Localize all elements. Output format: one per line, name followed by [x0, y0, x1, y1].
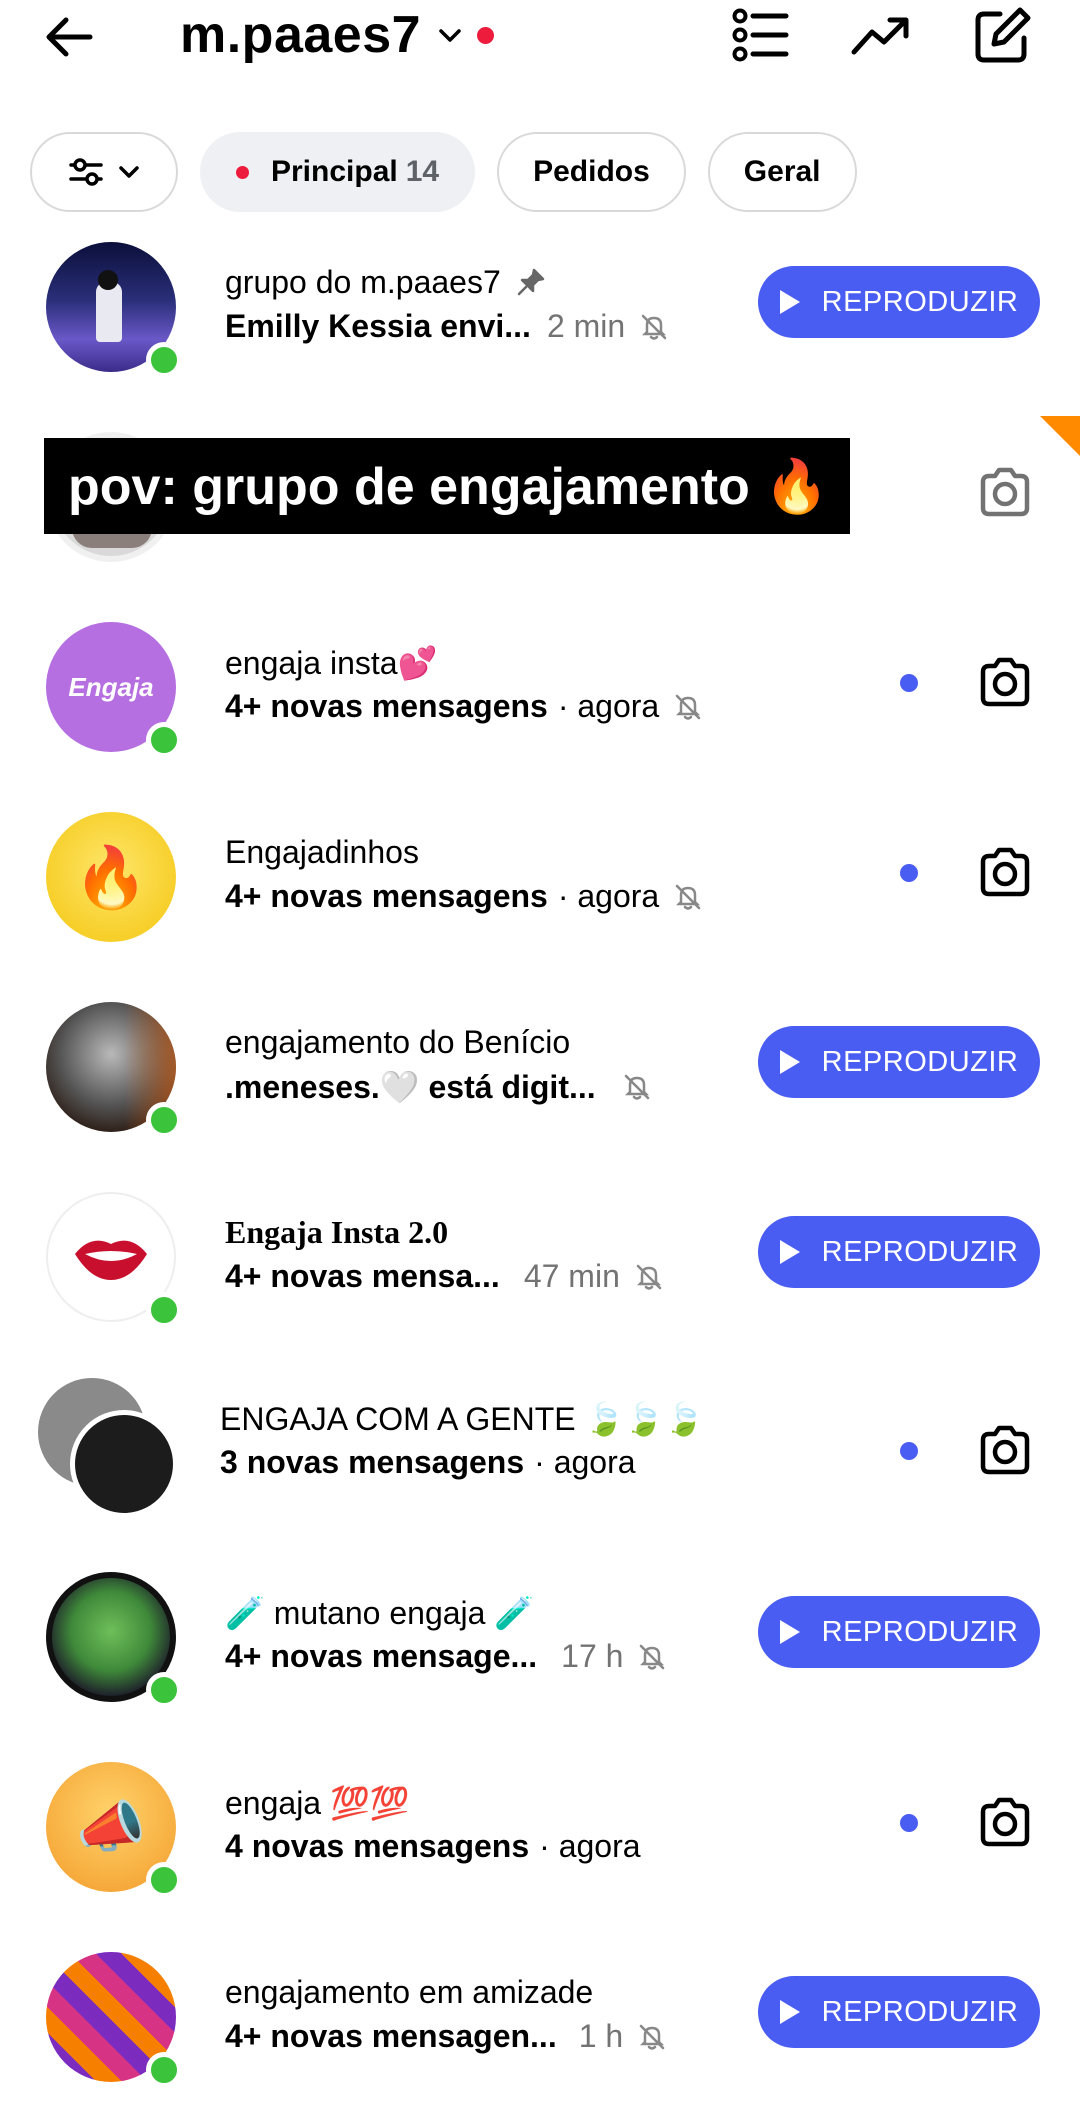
unread-dot — [236, 165, 249, 179]
camera-icon[interactable] — [975, 462, 1035, 522]
sliders-icon — [69, 158, 103, 186]
thread-name: engaja insta💕 — [225, 645, 438, 681]
tab-pedidos[interactable]: Pedidos — [497, 132, 686, 212]
online-indicator — [146, 1102, 182, 1138]
lips-icon — [75, 1240, 147, 1280]
avatar: 🔥 — [46, 812, 176, 942]
thread-preview: 3 novas mensagens · agora — [220, 1444, 636, 1480]
play-icon — [779, 290, 800, 314]
thread-preview: .meneses.🤍 está digit... — [225, 1068, 652, 1106]
camera-icon[interactable] — [975, 1792, 1035, 1852]
unread-dot — [900, 864, 918, 882]
corner-marker — [1040, 416, 1080, 456]
online-indicator — [146, 722, 182, 758]
thread-row[interactable]: 🧪 mutano engaja 🧪 4+ novas mensage... 17… — [0, 1572, 1080, 1722]
thread-preview: 4+ novas mensagens · agora — [225, 688, 703, 725]
camera-icon[interactable] — [975, 652, 1035, 712]
thread-row[interactable]: engajamento em amizade 4+ novas mensagen… — [0, 1952, 1080, 2102]
online-indicator — [146, 342, 182, 378]
filter-chips: Principal 14 Pedidos Geral — [30, 132, 857, 212]
notification-dot — [477, 26, 495, 44]
avatar — [70, 1410, 178, 1518]
fire-icon: 🔥 — [73, 843, 149, 911]
filter-button[interactable] — [30, 132, 178, 212]
play-button[interactable]: REPRODUZIR — [758, 266, 1040, 338]
tab-geral-label: Geral — [743, 155, 821, 188]
thread-preview: 4+ novas mensagen... 1 h — [225, 2018, 667, 2055]
thread-name: ENGAJA COM A GENTE 🍃🍃🍃 — [220, 1401, 705, 1437]
tab-principal-count: 14 — [405, 155, 440, 188]
play-icon — [779, 1050, 800, 1074]
compose-icon[interactable] — [970, 2, 1036, 68]
thread-row[interactable]: 📣 engaja 💯💯 4 novas mensagens · agora — [0, 1762, 1080, 1912]
play-button[interactable]: REPRODUZIR — [758, 1216, 1040, 1288]
play-button[interactable]: REPRODUZIR — [758, 1976, 1040, 2048]
avatar-text: Engaja — [68, 671, 154, 702]
trending-icon[interactable] — [848, 2, 914, 68]
muted-bell-icon — [636, 1264, 662, 1290]
thread-row[interactable]: 🔥 Engajadinhos 4+ novas mensagens · agor… — [0, 812, 1080, 962]
online-indicator — [146, 1672, 182, 1708]
play-button[interactable]: REPRODUZIR — [758, 1596, 1040, 1668]
muted-bell-icon — [641, 314, 667, 340]
tab-principal-label: Principal — [271, 155, 398, 188]
thread-preview: 4 novas mensagens · agora — [225, 1828, 641, 1864]
thread-name: engaja 💯💯 — [225, 1785, 410, 1821]
video-caption-overlay: pov: grupo de engajamento 🔥 — [44, 438, 850, 534]
unread-dot — [900, 1814, 918, 1832]
play-icon — [779, 1240, 800, 1264]
megaphone-icon: 📣 — [76, 1795, 146, 1858]
thread-preview: 4+ novas mensage... 17 h — [225, 1638, 667, 1675]
pin-icon — [517, 268, 544, 296]
list-icon[interactable] — [728, 2, 794, 68]
online-indicator — [146, 2052, 182, 2088]
muted-bell-icon — [675, 884, 701, 910]
unread-dot — [900, 1442, 918, 1460]
thread-name: engajamento do Benício — [225, 1024, 571, 1060]
tab-pedidos-label: Pedidos — [533, 155, 650, 188]
tab-geral[interactable]: Geral — [707, 132, 857, 212]
thread-row[interactable]: Engaja engaja insta💕 4+ novas mensagens … — [0, 622, 1080, 772]
thread-preview: 4+ novas mensa... 47 min — [225, 1258, 664, 1295]
muted-bell-icon — [675, 694, 701, 720]
muted-bell-icon — [640, 1644, 665, 1670]
thread-name: engajamento em amizade — [225, 1974, 594, 2010]
account-switcher[interactable]: m.paaes7 — [180, 0, 495, 70]
back-arrow-icon[interactable] — [38, 6, 100, 68]
thread-preview: Emilly Kessia envi... 2 min — [225, 308, 669, 345]
camera-icon[interactable] — [975, 1420, 1035, 1480]
muted-bell-icon — [639, 2024, 665, 2050]
thread-row[interactable]: engajamento do Benício .meneses.🤍 está d… — [0, 1002, 1080, 1152]
tab-principal[interactable]: Principal 14 — [200, 132, 476, 212]
thread-row[interactable]: grupo do m.paaes7 Emilly Kessia envi... … — [0, 242, 1080, 392]
chevron-down-icon — [119, 166, 139, 178]
thread-name: 🧪 mutano engaja 🧪 — [225, 1595, 535, 1631]
chevron-down-icon — [439, 29, 461, 42]
unread-dot — [900, 674, 918, 692]
page-title: m.paaes7 — [180, 6, 422, 64]
thread-row[interactable]: ENGAJA COM A GENTE 🍃🍃🍃 3 novas mensagens… — [0, 1378, 1080, 1528]
thread-row[interactable]: Engaja Insta 2.0 4+ novas mensa... 47 mi… — [0, 1192, 1080, 1342]
online-indicator — [146, 1292, 182, 1328]
thread-name: Engaja Insta 2.0 — [225, 1214, 449, 1250]
thread-name: Engajadinhos — [225, 834, 419, 870]
thread-name: grupo do m.paaes7 — [225, 264, 546, 301]
play-button[interactable]: REPRODUZIR — [758, 1026, 1040, 1098]
muted-bell-icon — [624, 1074, 649, 1100]
play-icon — [779, 2000, 800, 2024]
thread-preview: 4+ novas mensagens · agora — [225, 878, 703, 915]
camera-icon[interactable] — [975, 842, 1035, 902]
online-indicator — [146, 1862, 182, 1898]
play-icon — [779, 1620, 800, 1644]
top-bar: m.paaes7 — [0, 0, 1080, 120]
